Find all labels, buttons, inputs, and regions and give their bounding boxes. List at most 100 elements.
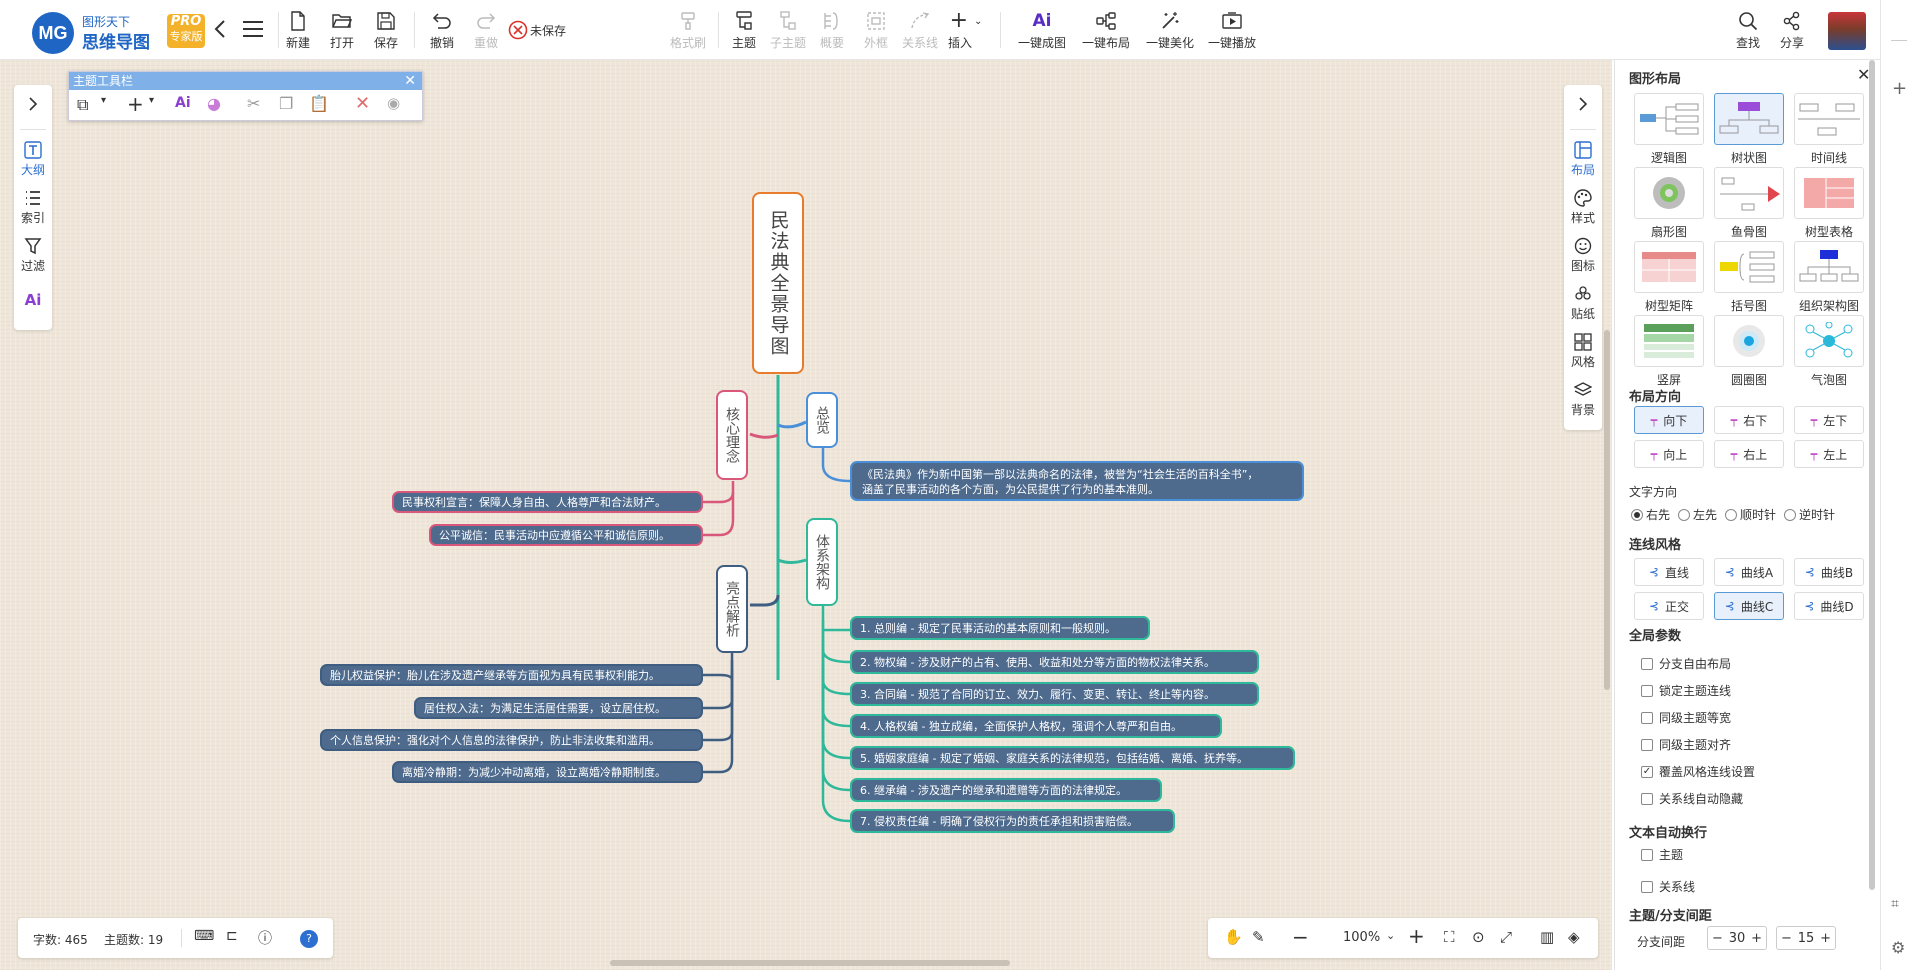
back-chevron-icon[interactable] xyxy=(212,18,228,40)
layout-option[interactable]: 扇形图 xyxy=(1634,167,1704,240)
global-option-checkbox[interactable]: 同级主题等宽 xyxy=(1641,709,1731,726)
layout-option[interactable]: 竖屏 xyxy=(1634,315,1704,388)
fit-screen-icon[interactable]: ⛶ xyxy=(1444,928,1455,946)
frame-button[interactable]: 外框 xyxy=(854,10,898,51)
text-direction-radio[interactable]: 顺时针 xyxy=(1725,506,1776,523)
layout-option[interactable]: 气泡图 xyxy=(1794,315,1864,388)
wrap-option-checkbox[interactable]: 关系线 xyxy=(1641,878,1695,895)
chevron-down-icon[interactable]: ▾ xyxy=(101,95,106,106)
copy-style-icon[interactable]: ⧉ xyxy=(77,95,88,115)
palette-icon[interactable]: ◕ xyxy=(207,94,221,113)
layers-icon[interactable]: ◈ xyxy=(1568,928,1580,946)
summary-button[interactable]: 概要 xyxy=(810,10,854,51)
text-direction-radio[interactable]: 左先 xyxy=(1678,506,1717,523)
relation-line-button[interactable]: 关系线 xyxy=(898,10,942,51)
ai-map-button[interactable]: Ai 一键成图 xyxy=(1018,10,1066,51)
style-tab[interactable]: 样式 xyxy=(1564,189,1602,226)
line-style-option[interactable]: ⊰ 曲线C xyxy=(1714,592,1784,620)
topic-button[interactable]: 主题 xyxy=(722,10,766,51)
zoom-level[interactable]: 100% xyxy=(1343,930,1380,945)
new-button[interactable]: 新建 xyxy=(276,10,320,51)
system-item-2[interactable]: 2. 物权编 - 涉及财产的占有、使用、收益和处分等方面的物权法律关系。 xyxy=(850,650,1259,674)
share-button[interactable]: 分享 xyxy=(1770,10,1814,51)
highlight-item-2[interactable]: 居住权入法：为满足生活居住需要，设立居住权。 xyxy=(414,697,703,719)
outline-button[interactable]: 大纲 xyxy=(14,141,52,178)
plus-icon[interactable]: + xyxy=(1820,931,1831,946)
gear-icon[interactable]: ⚙ xyxy=(1891,938,1905,957)
pen-icon[interactable]: ✎ xyxy=(1252,928,1265,946)
paste-icon[interactable]: 📋 xyxy=(309,94,329,113)
global-option-checkbox[interactable]: 同级主题对齐 xyxy=(1641,736,1731,753)
text-direction-radio[interactable]: 右先 xyxy=(1631,506,1670,523)
sticker-tab[interactable]: 贴纸 xyxy=(1564,285,1602,322)
ai-icon[interactable]: Ai xyxy=(175,95,191,111)
info-icon[interactable]: ⓘ xyxy=(258,928,272,948)
global-option-checkbox[interactable]: ✓ 覆盖风格连线设置 xyxy=(1641,763,1755,780)
direction-option[interactable]: ┯ 右下 xyxy=(1714,406,1784,434)
core-item-1[interactable]: 民事权利宣言：保障人身自由、人格尊严和合法财产。 xyxy=(392,491,703,513)
layout-option[interactable]: 组织架构图 xyxy=(1794,241,1864,314)
branch-system[interactable]: 体系架构 xyxy=(806,518,838,606)
system-item-3[interactable]: 3. 合同编 - 规范了合同的订立、效力、履行、变更、转让、终止等内容。 xyxy=(850,682,1259,706)
system-item-6[interactable]: 6. 继承编 - 涉及遗产的继承和遗赠等方面的法律规定。 xyxy=(850,778,1162,802)
plus-icon[interactable]: + xyxy=(1751,931,1762,946)
chevron-down-icon[interactable]: ⌄ xyxy=(1386,929,1395,942)
chevron-down-icon[interactable]: ▾ xyxy=(149,95,154,106)
find-button[interactable]: 查找 xyxy=(1726,10,1770,51)
branch-highlights[interactable]: 亮点解析 xyxy=(716,565,748,653)
direction-option[interactable]: ┯ 向下 xyxy=(1634,406,1704,434)
direction-option[interactable]: ┯ 向上 xyxy=(1634,440,1704,468)
layout-option[interactable]: 树状图 xyxy=(1714,93,1784,166)
outline-view-icon[interactable]: ⊏ xyxy=(226,928,238,944)
redo-button[interactable]: 重做 xyxy=(464,10,508,51)
line-style-option[interactable]: ⊰ 曲线D xyxy=(1794,592,1864,620)
direction-option[interactable]: ┯ 左下 xyxy=(1794,406,1864,434)
line-style-option[interactable]: ⊰ 直线 xyxy=(1634,558,1704,586)
left-ai-button[interactable]: Ai xyxy=(14,291,52,309)
keyboard-icon[interactable]: ⌨ xyxy=(194,928,214,944)
canvas-vertical-scrollbar[interactable] xyxy=(1604,330,1610,690)
text-direction-radio[interactable]: 逆时针 xyxy=(1784,506,1835,523)
background-tab[interactable]: 背景 xyxy=(1564,381,1602,418)
core-item-2[interactable]: 公平诚信：民事活动中应遵循公平和诚信原则。 xyxy=(429,524,703,546)
branch-core[interactable]: 核心理念 xyxy=(716,390,748,480)
layout-option[interactable]: 圆圈图 xyxy=(1714,315,1784,388)
index-button[interactable]: 索引 xyxy=(14,189,52,226)
highlight-item-3[interactable]: 个人信息保护：强化对个人信息的法律保护，防止非法收集和滥用。 xyxy=(320,729,703,751)
collapse-right-button[interactable] xyxy=(1564,95,1602,113)
global-option-checkbox[interactable]: 锁定主题连线 xyxy=(1641,682,1731,699)
branch-overview[interactable]: 总览 xyxy=(806,392,838,448)
mindmap-canvas[interactable]: 民法典全景导图 核心理念 总览 体系架构 亮点解析 《民法典》作为新中国第一部以… xyxy=(0,60,1612,970)
map-icon[interactable]: ▥ xyxy=(1540,928,1554,946)
layout-option[interactable]: 鱼骨图 xyxy=(1714,167,1784,240)
one-beautify-button[interactable]: 一键美化 xyxy=(1146,10,1194,51)
zoom-in-icon[interactable]: + xyxy=(1408,924,1425,948)
wrap-option-checkbox[interactable]: 主题 xyxy=(1641,846,1683,863)
layout-tab[interactable]: 布局 xyxy=(1564,141,1602,178)
minus-icon[interactable]: − xyxy=(1781,931,1792,946)
highlight-item-4[interactable]: 离婚冷静期：为减少冲动离婚，设立离婚冷静期制度。 xyxy=(392,761,703,783)
insert-button[interactable]: + ⌄ 插入 xyxy=(944,10,988,51)
highlight-item-1[interactable]: 胎儿权益保护：胎儿在涉及遗产继承等方面视为具有民事权利能力。 xyxy=(320,664,703,686)
direction-option[interactable]: ┯ 右上 xyxy=(1714,440,1784,468)
copy-icon[interactable]: ❐ xyxy=(279,94,293,113)
collapse-left-button[interactable] xyxy=(14,95,52,113)
subtopic-button[interactable]: 子主题 xyxy=(766,10,810,51)
center-icon[interactable]: ⊙ xyxy=(1472,928,1485,946)
overview-text-node[interactable]: 《民法典》作为新中国第一部以法典命名的法律，被誉为“社会生活的百科全书”， 涵盖… xyxy=(850,461,1304,501)
direction-option[interactable]: ┯ 左上 xyxy=(1794,440,1864,468)
cut-icon[interactable]: ✂ xyxy=(247,94,260,113)
layout-option[interactable]: 时间线 xyxy=(1794,93,1864,166)
layout-option[interactable]: 树型表格 xyxy=(1794,167,1864,240)
close-icon[interactable]: ✕ xyxy=(404,72,416,90)
add-icon[interactable]: + xyxy=(127,92,144,116)
system-item-4[interactable]: 4. 人格权编 - 独立成编，全面保护人格权，强调个人尊严和自由。 xyxy=(850,714,1222,738)
one-layout-button[interactable]: 一键布局 xyxy=(1082,10,1130,51)
spacing-stepper-1[interactable]: −30 + xyxy=(1707,926,1767,950)
layout-option[interactable]: 逻辑图 xyxy=(1634,93,1704,166)
zoom-out-icon[interactable]: − xyxy=(1292,925,1309,949)
spacing-stepper-2[interactable]: −15 + xyxy=(1776,926,1836,950)
panel-scrollbar[interactable] xyxy=(1869,60,1875,890)
add-icon[interactable]: + xyxy=(1892,78,1907,99)
grid-tab[interactable]: 风格 xyxy=(1564,333,1602,370)
